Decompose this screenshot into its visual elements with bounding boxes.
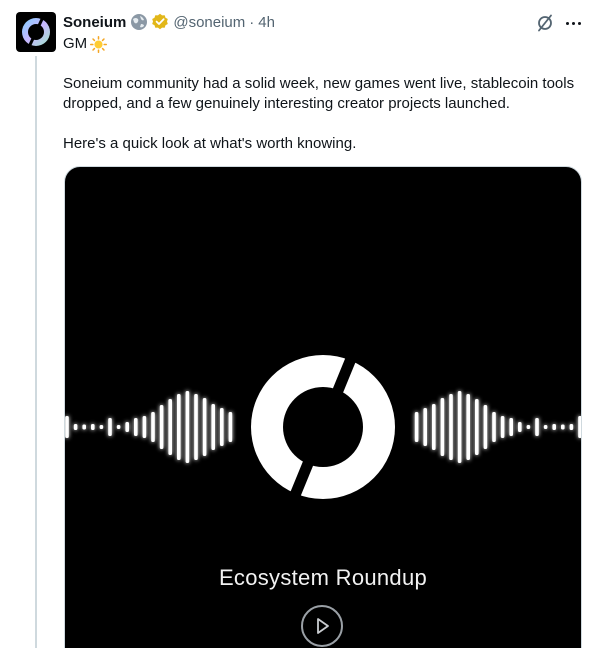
waveform-bar [543,425,548,429]
greeting-text: GM [63,35,88,52]
media-title: Ecosystem Roundup [218,565,428,590]
waveform-bar [220,408,224,446]
globe-icon [130,13,148,31]
sun-emoji-icon [90,35,108,53]
waveform-bar [65,416,69,438]
waveform-bar [177,394,181,460]
greeting-line: GM [63,34,108,54]
soneium-logo-icon [22,16,50,48]
waveform-bar [194,394,198,460]
waveform-bar [73,424,78,430]
waveform-bar [211,404,215,450]
grok-icon[interactable] [535,13,555,33]
waveform-bar [82,424,86,430]
waveform-bar [483,405,488,449]
display-name[interactable]: Soneium [63,14,126,31]
waveform-bar [202,398,207,456]
waveform-bar [108,418,112,436]
waveform-bar [91,424,95,430]
play-button[interactable] [301,605,343,647]
waveform-bar [151,412,155,442]
waveform-bar [185,391,190,463]
waveform-bar [526,425,531,429]
waveform-bar [168,399,172,455]
waveform-bar [99,425,104,429]
avatar[interactable] [16,12,56,52]
more-icon[interactable] [562,12,584,34]
waveform-bar [509,418,513,436]
thread-line [35,56,37,648]
waveform-bar [440,398,445,456]
waveform-bar [142,416,147,438]
play-icon [317,618,329,634]
waveform-bar [535,418,539,436]
waveform-bar [457,391,462,463]
waveform-bar [561,424,565,430]
waveform-bar [578,416,581,438]
waveform-bar [228,412,233,442]
waveform-bar [492,412,496,442]
waveform-bar [414,412,419,442]
waveform-bar [449,394,453,460]
waveform-bar [432,404,436,450]
waveform-bar [569,424,574,430]
waveform-bar [475,399,479,455]
soneium-logo-icon [251,346,395,508]
waveform-bar [159,405,164,449]
waveform-bar [518,422,522,432]
post-header: Soneium @soneium · 4h [63,12,275,32]
waveform-bar [423,408,427,446]
waveform-bar [466,394,470,460]
handle[interactable]: @soneium [173,14,245,31]
waveform-bar [500,416,505,438]
waveform-bar [116,425,121,429]
separator: · [249,13,255,31]
verified-badge-icon[interactable] [151,13,169,31]
post-paragraph: Soneium community had a solid week, new … [63,75,575,112]
post-paragraph: Here's a quick look at what's worth know… [63,135,357,152]
video-media[interactable]: Ecosystem Roundup [64,166,582,648]
waveform-bar [125,422,129,432]
timestamp[interactable]: 4h [258,14,275,31]
waveform-bar [134,418,138,436]
waveform-bar [552,424,556,430]
